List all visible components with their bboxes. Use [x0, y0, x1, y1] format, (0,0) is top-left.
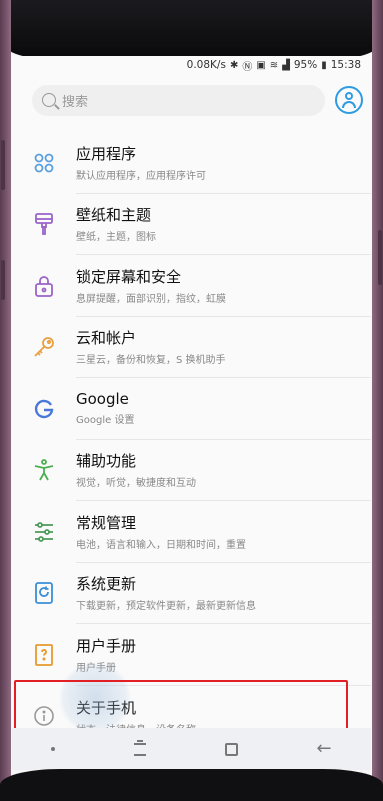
- bixby-button: [1, 260, 5, 300]
- signal-icon: ▟: [282, 59, 290, 71]
- search-placeholder: 搜索: [62, 94, 89, 110]
- clock: 15:38: [330, 59, 361, 71]
- item-subtitle: 视觉，听觉，敏捷度和互动: [76, 478, 196, 490]
- lock-icon: [12, 274, 76, 298]
- item-subtitle: 壁纸，主题，图标: [76, 232, 156, 244]
- item-title: 辅助功能: [76, 452, 137, 471]
- battery-percent: 95%: [293, 59, 318, 71]
- item-title: 常规管理: [76, 513, 137, 532]
- search-bar[interactable]: 搜索: [32, 84, 325, 116]
- recents-button[interactable]: [134, 739, 147, 756]
- accessibility-icon: [12, 458, 76, 482]
- profile-body-icon: [342, 101, 356, 108]
- wifi-icon: ≋: [269, 59, 279, 71]
- nfc-icon: Ⓝ: [242, 61, 253, 73]
- update-icon: [12, 581, 76, 605]
- bluetooth-icon: ✱: [229, 59, 239, 71]
- settings-item-accessibility[interactable]: 辅助功能视觉，听觉，敏捷度和互动: [12, 440, 371, 502]
- top-bezel: [0, 0, 383, 58]
- search-row: 搜索: [12, 74, 371, 126]
- google-icon: [12, 397, 76, 421]
- profile-button[interactable]: [335, 86, 363, 114]
- settings-item-general-management[interactable]: 常规管理电池，语言和输入，日期和时间，重置: [12, 501, 371, 563]
- settings-item-google[interactable]: Google Google 设置: [12, 378, 371, 440]
- power-button: [378, 230, 382, 285]
- right-bezel: [372, 0, 383, 801]
- network-speed: 0.08K/s: [186, 59, 226, 71]
- highlight-box: [14, 680, 348, 733]
- brush-icon: [12, 212, 76, 236]
- item-subtitle: Google 设置: [76, 415, 135, 427]
- key-icon: [12, 335, 76, 359]
- settings-item-apps[interactable]: 应用程序默认应用程序，应用程序许可: [12, 132, 371, 194]
- item-title: 锁定屏幕和安全: [76, 267, 182, 286]
- apps-icon: [12, 152, 76, 174]
- settings-item-lockscreen[interactable]: 锁定屏幕和安全息屏提醒，面部识别，指纹，虹膜: [12, 255, 371, 317]
- settings-screen: 0.08K/s ✱ Ⓝ ▣ ≋ ▟ 95% ▮ 15:38 搜索 应用程序 默认…: [12, 56, 371, 770]
- back-button[interactable]: ←: [317, 740, 332, 758]
- search-icon: [42, 93, 56, 107]
- status-bar: 0.08K/s ✱ Ⓝ ▣ ≋ ▟ 95% ▮ 15:38: [12, 56, 371, 74]
- item-title: 应用程序: [76, 144, 137, 163]
- settings-item-system-update[interactable]: 系统更新下载更新，预定软件更新，最新更新信息: [12, 563, 371, 625]
- navigation-bar: ←: [12, 728, 371, 770]
- item-title: Google: [76, 390, 129, 409]
- profile-head-icon: [345, 92, 353, 100]
- item-title: 壁纸和主题: [76, 206, 152, 225]
- item-subtitle: 三星云，备份和恢复，S 换机助手: [76, 355, 226, 367]
- home-button[interactable]: [224, 742, 238, 756]
- manual-icon: [12, 643, 76, 667]
- item-subtitle: 默认应用程序，应用程序许可: [76, 170, 206, 182]
- left-bezel: [0, 0, 11, 801]
- bottom-bezel: [0, 769, 383, 801]
- item-subtitle: 下载更新，预定软件更新，最新更新信息: [76, 601, 256, 613]
- volume-button: [1, 140, 5, 190]
- settings-list: 应用程序默认应用程序，应用程序许可 壁纸和主题壁纸，主题，图标 锁定屏幕和安全息…: [12, 132, 371, 747]
- settings-item-wallpaper[interactable]: 壁纸和主题壁纸，主题，图标: [12, 194, 371, 256]
- phone-frame: 0.08K/s ✱ Ⓝ ▣ ≋ ▟ 95% ▮ 15:38 搜索 应用程序 默认…: [0, 0, 383, 801]
- battery-icon: ▮: [321, 59, 327, 71]
- item-title: 用户手册: [76, 636, 137, 655]
- item-subtitle: 息屏提醒，面部识别，指纹，虹膜: [76, 293, 226, 305]
- item-subtitle: 电池，语言和输入，日期和时间，重置: [76, 539, 246, 551]
- item-title: 云和帐户: [76, 329, 137, 348]
- vibrate-icon: ▣: [256, 59, 266, 71]
- item-title: 系统更新: [76, 575, 137, 594]
- pin-dot-icon: [51, 747, 56, 751]
- settings-item-cloud-accounts[interactable]: 云和帐户三星云，备份和恢复，S 换机助手: [12, 317, 371, 379]
- sliders-icon: [12, 521, 76, 543]
